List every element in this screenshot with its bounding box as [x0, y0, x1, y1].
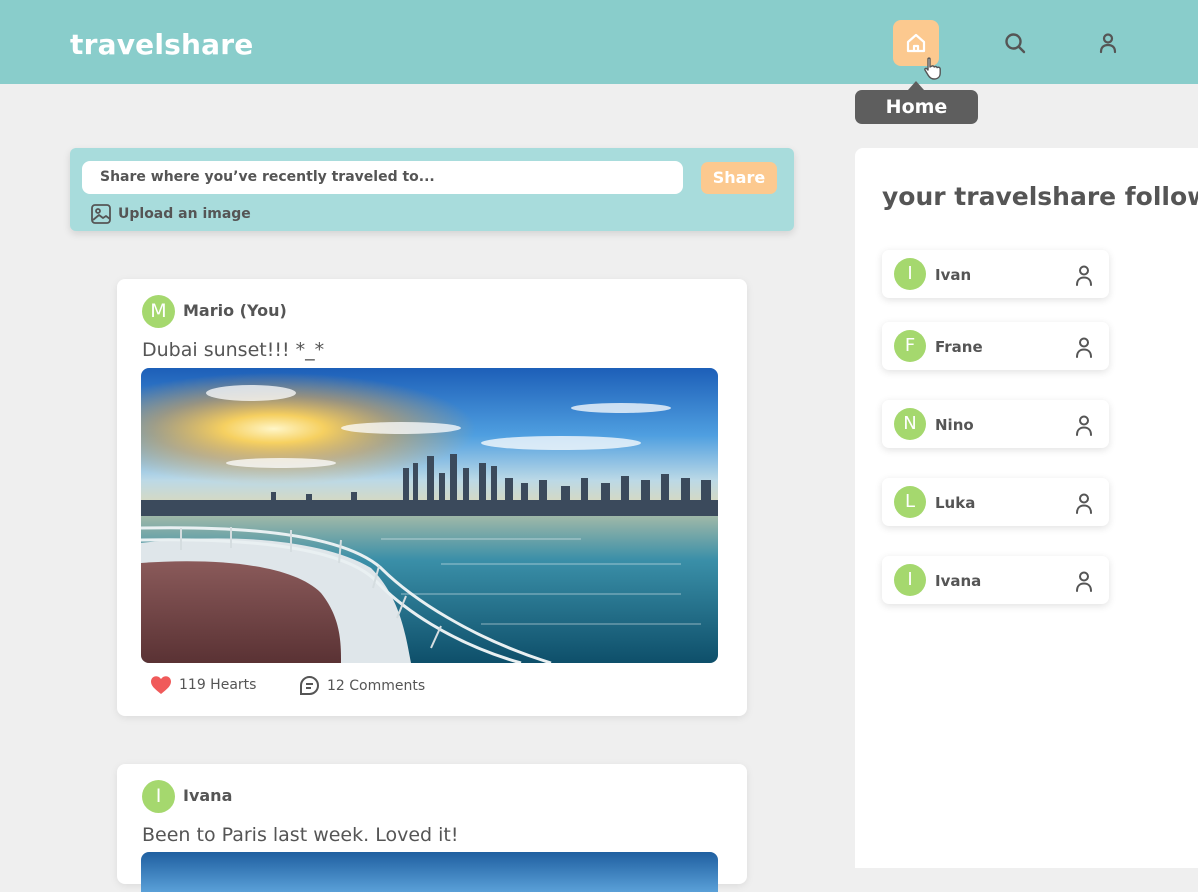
post-text: Dubai sunset!!! *_* [142, 339, 325, 361]
search-icon [1005, 33, 1026, 54]
user-icon[interactable] [1074, 414, 1094, 436]
home-icon [906, 33, 926, 53]
image-icon [91, 204, 111, 224]
upload-image-button[interactable]: Upload an image [90, 203, 251, 225]
comments-button[interactable]: 12 Comments [299, 675, 425, 696]
comments-count: 12 Comments [327, 677, 426, 694]
hearts-count: 119 Hearts [179, 677, 257, 693]
post-text: Been to Paris last week. Loved it! [142, 824, 459, 846]
pointer-cursor-icon [924, 57, 941, 80]
follow-name: Frane [935, 338, 983, 356]
user-icon[interactable] [1074, 570, 1094, 592]
hearts-button[interactable]: 119 Hearts [150, 675, 256, 695]
avatar[interactable]: I [142, 780, 175, 813]
avatar: F [894, 330, 926, 362]
avatar: N [894, 408, 926, 440]
nav-search-button[interactable] [992, 20, 1038, 66]
app-logo[interactable]: travelshare [70, 28, 253, 61]
follow-name: Ivana [935, 572, 982, 590]
user-icon [1099, 33, 1117, 54]
avatar: L [894, 486, 926, 518]
follows-title: your travelshare follows [882, 182, 1198, 211]
follow-name: Nino [935, 416, 974, 434]
share-input[interactable]: Share where you’ve recently traveled to.… [82, 161, 683, 194]
follow-name: Luka [935, 494, 976, 512]
share-button[interactable]: Share [701, 162, 777, 194]
user-icon[interactable] [1074, 264, 1094, 286]
post-card: M Mario (You) Dubai sunset!!! *_* 119 He… [117, 279, 747, 716]
follow-item[interactable]: I Ivana [882, 556, 1109, 604]
avatar: I [894, 258, 926, 290]
upload-label: Upload an image [118, 206, 251, 222]
follow-item[interactable]: L Luka [882, 478, 1109, 526]
post-card: I Ivana Been to Paris last week. Loved i… [117, 764, 747, 892]
follow-item[interactable]: N Nino [882, 400, 1109, 448]
tooltip-arrow [908, 81, 924, 90]
follows-panel: your travelshare follows I Ivan F Frane … [855, 148, 1198, 868]
comment-icon [300, 675, 320, 695]
post-composer: Share where you’ve recently traveled to.… [70, 148, 794, 231]
post-author[interactable]: Ivana [183, 786, 232, 805]
nav-profile-button[interactable] [1085, 20, 1131, 66]
avatar[interactable]: M [142, 295, 175, 328]
post-author[interactable]: Mario (You) [183, 301, 287, 320]
user-icon[interactable] [1074, 492, 1094, 514]
follow-name: Ivan [935, 266, 972, 284]
top-bar: travelshare [0, 0, 1198, 84]
user-icon[interactable] [1074, 336, 1094, 358]
follow-item[interactable]: F Frane [882, 322, 1109, 370]
post-image[interactable] [141, 852, 718, 892]
home-tooltip: Home [855, 90, 978, 124]
avatar: I [894, 564, 926, 596]
follow-item[interactable]: I Ivan [882, 250, 1109, 298]
post-image[interactable] [141, 368, 718, 663]
heart-icon [151, 676, 171, 694]
